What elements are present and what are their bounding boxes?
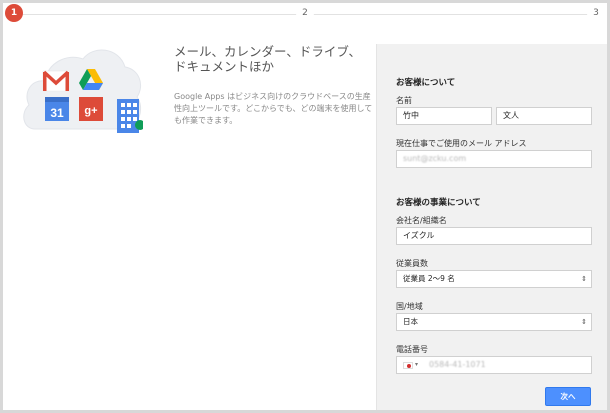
name-label: 名前 bbox=[396, 96, 412, 105]
step-3-indicator: 3 bbox=[587, 4, 605, 22]
employees-label: 従業員数 bbox=[396, 259, 428, 268]
business-heading: お客様の事業について bbox=[396, 198, 481, 208]
country-select[interactable]: 日本 ⇕ bbox=[396, 313, 592, 331]
intro-description: Google Apps はビジネス向けのクラウドベースの生産性向上ツールです。ど… bbox=[174, 92, 373, 125]
first-name-input[interactable]: 文人 bbox=[496, 107, 592, 125]
last-name-input[interactable]: 竹中 bbox=[396, 107, 492, 125]
google-plus-icon: g+ bbox=[79, 97, 103, 121]
email-label: 現在仕事でご使用のメール アドレス bbox=[396, 139, 527, 148]
gmail-icon bbox=[42, 70, 70, 92]
country-code-caret-icon[interactable]: ▾ bbox=[415, 357, 418, 373]
phone-input[interactable]: ▾ 0584-41-1071 bbox=[396, 356, 592, 374]
company-label: 会社名/組織名 bbox=[396, 216, 447, 225]
progress-steps: 1 2 3 bbox=[3, 3, 607, 29]
employees-selected-value: 従業員 2〜9 名 bbox=[403, 274, 455, 283]
step-1-indicator: 1 bbox=[5, 4, 23, 22]
signup-form: お客様について 名前 竹中 文人 現在仕事でご使用のメール アドレス sunt@… bbox=[376, 44, 607, 410]
employees-select[interactable]: 従業員 2〜9 名 ⇕ bbox=[396, 270, 592, 288]
about-you-heading: お客様について bbox=[396, 78, 456, 88]
signup-page: 1 2 3 31 g+ メール、カレンダー、ドライブ、ドキュメントほか Goog… bbox=[0, 0, 610, 413]
next-button[interactable]: 次へ bbox=[545, 387, 591, 406]
calendar-icon-text: 31 bbox=[50, 106, 64, 120]
select-arrows-icon: ⇕ bbox=[581, 275, 587, 283]
country-label: 国/地域 bbox=[396, 302, 423, 311]
intro-headline: メール、カレンダー、ドライブ、ドキュメントほか bbox=[174, 44, 362, 74]
step-2-indicator: 2 bbox=[296, 4, 314, 22]
gplus-icon-text: g+ bbox=[84, 105, 97, 117]
select-arrows-icon: ⇕ bbox=[581, 318, 587, 326]
phone-value: 0584-41-1071 bbox=[429, 360, 486, 369]
flag-japan-icon[interactable] bbox=[403, 362, 413, 369]
calendar-icon: 31 bbox=[45, 97, 69, 121]
country-selected-value: 日本 bbox=[403, 317, 418, 326]
email-input[interactable]: sunt@zcku.com bbox=[396, 150, 592, 168]
apps-cloud-illustration: 31 g+ bbox=[23, 49, 143, 133]
company-input[interactable]: イズクル bbox=[396, 227, 592, 245]
email-value: sunt@zcku.com bbox=[403, 154, 467, 163]
phone-label: 電話番号 bbox=[396, 345, 428, 354]
